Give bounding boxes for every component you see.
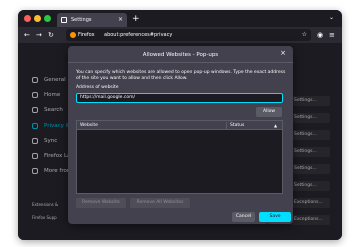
browser-window: Settings × + ⌄ ← → ↻ Firefox about:prefe… [18,10,342,240]
dialog-description: You can specify which websites are allow… [76,70,286,81]
close-window-button[interactable] [24,15,31,22]
allow-button[interactable]: Allow [256,107,282,117]
forward-arrow-icon[interactable]: → [36,29,42,41]
url-brand-label: Firefox [78,32,95,38]
table-header: Website Status ▲ [77,121,282,130]
settings-tab-icon [61,17,67,23]
remove-website-button[interactable]: Remove Website [76,198,126,208]
bookmark-star-icon[interactable]: ☆ [302,29,307,41]
firefox-logo-icon [70,32,76,38]
sort-arrow-icon[interactable]: ▲ [274,121,277,130]
column-header-status[interactable]: Status [230,121,244,130]
navigation-bar: ← → ↻ Firefox about:preferences#privacy … [18,27,342,43]
websites-table[interactable]: Website Status ▲ [76,120,283,194]
remove-all-websites-button[interactable]: Remove All Websites [130,198,190,208]
new-tab-button[interactable]: + [132,13,140,25]
back-arrow-icon[interactable]: ← [24,29,30,41]
close-icon[interactable]: × [280,49,286,57]
column-divider [226,122,227,129]
app-menu-icon[interactable]: ≡ [329,29,335,41]
column-header-website[interactable]: Website [80,121,98,130]
save-changes-button[interactable]: Save Changes [259,212,291,229]
settings-page: General Home Search Privacy & Sync Firef… [18,43,342,240]
address-input[interactable]: https://mail.google.com/ [76,93,283,103]
reload-icon[interactable]: ↻ [48,29,54,41]
divider [68,62,293,63]
tab-title: Settings [71,17,92,23]
url-text[interactable]: about:preferences#privacy [104,29,172,41]
tab-close-icon[interactable]: × [118,13,123,27]
zoom-window-button[interactable] [44,15,51,22]
url-bar[interactable]: Firefox about:preferences#privacy ☆ [66,29,311,41]
list-tabs-button[interactable]: ⌄ [329,14,334,21]
title-bar: Settings × + ⌄ [18,10,342,27]
dialog-title: Allowed Websites - Pop-ups [142,52,219,58]
account-icon[interactable]: ◉ [317,29,323,41]
minimize-window-button[interactable] [34,15,41,22]
allowed-websites-dialog: Allowed Websites - Pop-ups × You can spe… [68,46,293,229]
tab-settings[interactable]: Settings × [57,13,127,27]
address-label: Address of website [76,85,119,90]
cancel-button[interactable]: Cancel [232,212,255,222]
